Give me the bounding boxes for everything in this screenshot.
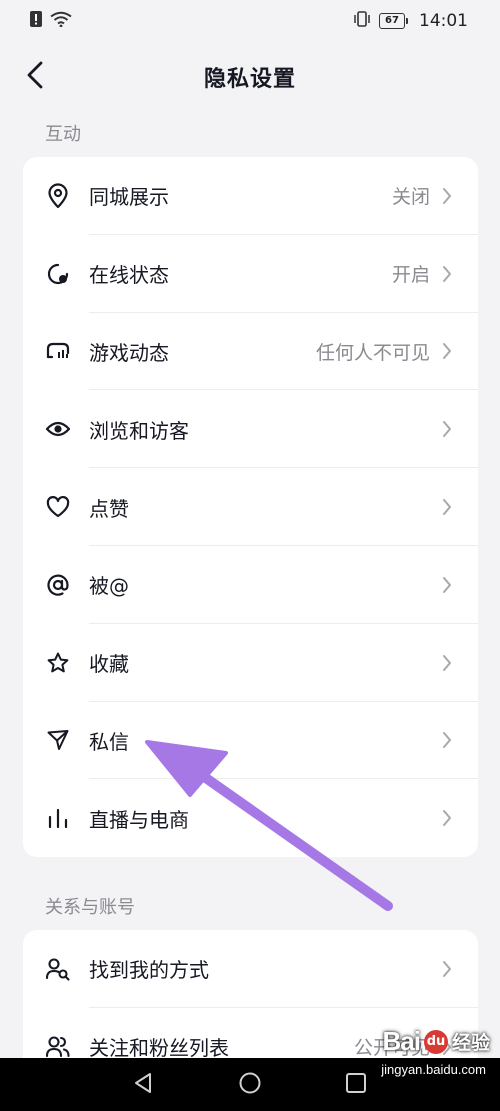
chevron-right-icon [440, 264, 454, 284]
chevron-right-icon [440, 419, 454, 439]
setting-label: 收藏 [89, 652, 129, 677]
system-recents-button[interactable] [326, 1058, 386, 1111]
online-status-icon [45, 261, 71, 287]
watermark-url: jingyan.baidu.com [381, 1062, 486, 1077]
setting-label: 在线状态 [89, 263, 169, 288]
setting-row-favorites[interactable]: 收藏 [23, 624, 478, 702]
setting-row-online-status[interactable]: 在线状态 开启 [23, 235, 478, 313]
users-icon [45, 1034, 71, 1060]
gamepad-icon [45, 338, 71, 364]
chevron-right-icon [440, 808, 454, 828]
setting-label: 关注和粉丝列表 [89, 1036, 229, 1061]
at-icon [45, 572, 71, 598]
chevron-right-icon [440, 575, 454, 595]
circle-home-icon [238, 1071, 262, 1099]
setting-label: 浏览和访客 [89, 418, 189, 443]
battery-indicator: 67 [379, 13, 408, 29]
eye-icon [45, 416, 71, 442]
setting-label: 游戏动态 [89, 340, 169, 365]
setting-label: 找到我的方式 [89, 958, 209, 983]
location-pin-icon [45, 183, 71, 209]
page-title: 隐私设置 [203, 67, 296, 92]
send-icon [45, 727, 71, 753]
chevron-right-icon [440, 730, 454, 750]
setting-label: 被@ [89, 574, 129, 599]
paw-icon: du [423, 1029, 448, 1054]
system-back-button[interactable] [113, 1058, 173, 1111]
setting-label: 私信 [89, 729, 129, 754]
setting-row-find-me[interactable]: 找到我的方式 [23, 930, 478, 1008]
chevron-right-icon [440, 341, 454, 361]
status-left [30, 10, 72, 32]
setting-row-browse-visitors[interactable]: 浏览和访客 [23, 390, 478, 468]
setting-row-game-activity[interactable]: 游戏动态 任何人不可见 [23, 313, 478, 391]
interaction-settings-card: 同城展示 关闭 在线状态 开启 游戏动态 任何人不可见 浏览和访客 点赞 被@ … [23, 157, 478, 858]
setting-row-mentions[interactable]: 被@ [23, 546, 478, 624]
live-bars-icon [45, 805, 71, 831]
find-user-icon [45, 956, 71, 982]
setting-value: 关闭 [391, 186, 430, 209]
clock: 14:01 [419, 11, 468, 31]
setting-label: 直播与电商 [89, 807, 189, 832]
watermark-logo-text: Bai [382, 1026, 421, 1056]
triangle-back-icon [133, 1072, 153, 1098]
system-home-button[interactable] [220, 1058, 280, 1111]
setting-label: 同城展示 [89, 185, 169, 210]
square-recents-icon [345, 1072, 367, 1098]
wifi-icon [50, 11, 72, 32]
chevron-right-icon [440, 186, 454, 206]
setting-value: 开启 [391, 264, 430, 287]
baidu-watermark: Bai du 经验 [383, 1026, 490, 1057]
section-title-relationships: 关系与账号 [45, 897, 135, 918]
setting-row-likes[interactable]: 点赞 [23, 468, 478, 546]
chevron-right-icon [440, 497, 454, 517]
star-icon [45, 650, 71, 676]
setting-value: 任何人不可见 [315, 341, 430, 364]
nav-header: 隐私设置 [0, 42, 500, 112]
chevron-right-icon [440, 653, 454, 673]
status-bar: 67 14:01 [0, 0, 500, 42]
heart-icon [45, 494, 71, 520]
setting-label: 点赞 [89, 496, 129, 521]
alert-icon [30, 10, 42, 32]
setting-row-direct-messages[interactable]: 私信 [23, 702, 478, 780]
section-title-interaction: 互动 [45, 124, 81, 145]
vibrate-icon [353, 10, 371, 32]
setting-row-local-display[interactable]: 同城展示 关闭 [23, 157, 478, 235]
watermark-cn-text: 经验 [451, 1032, 490, 1054]
chevron-right-icon [440, 959, 454, 979]
status-right: 67 14:01 [353, 10, 468, 32]
setting-row-live-ecommerce[interactable]: 直播与电商 [23, 779, 478, 857]
